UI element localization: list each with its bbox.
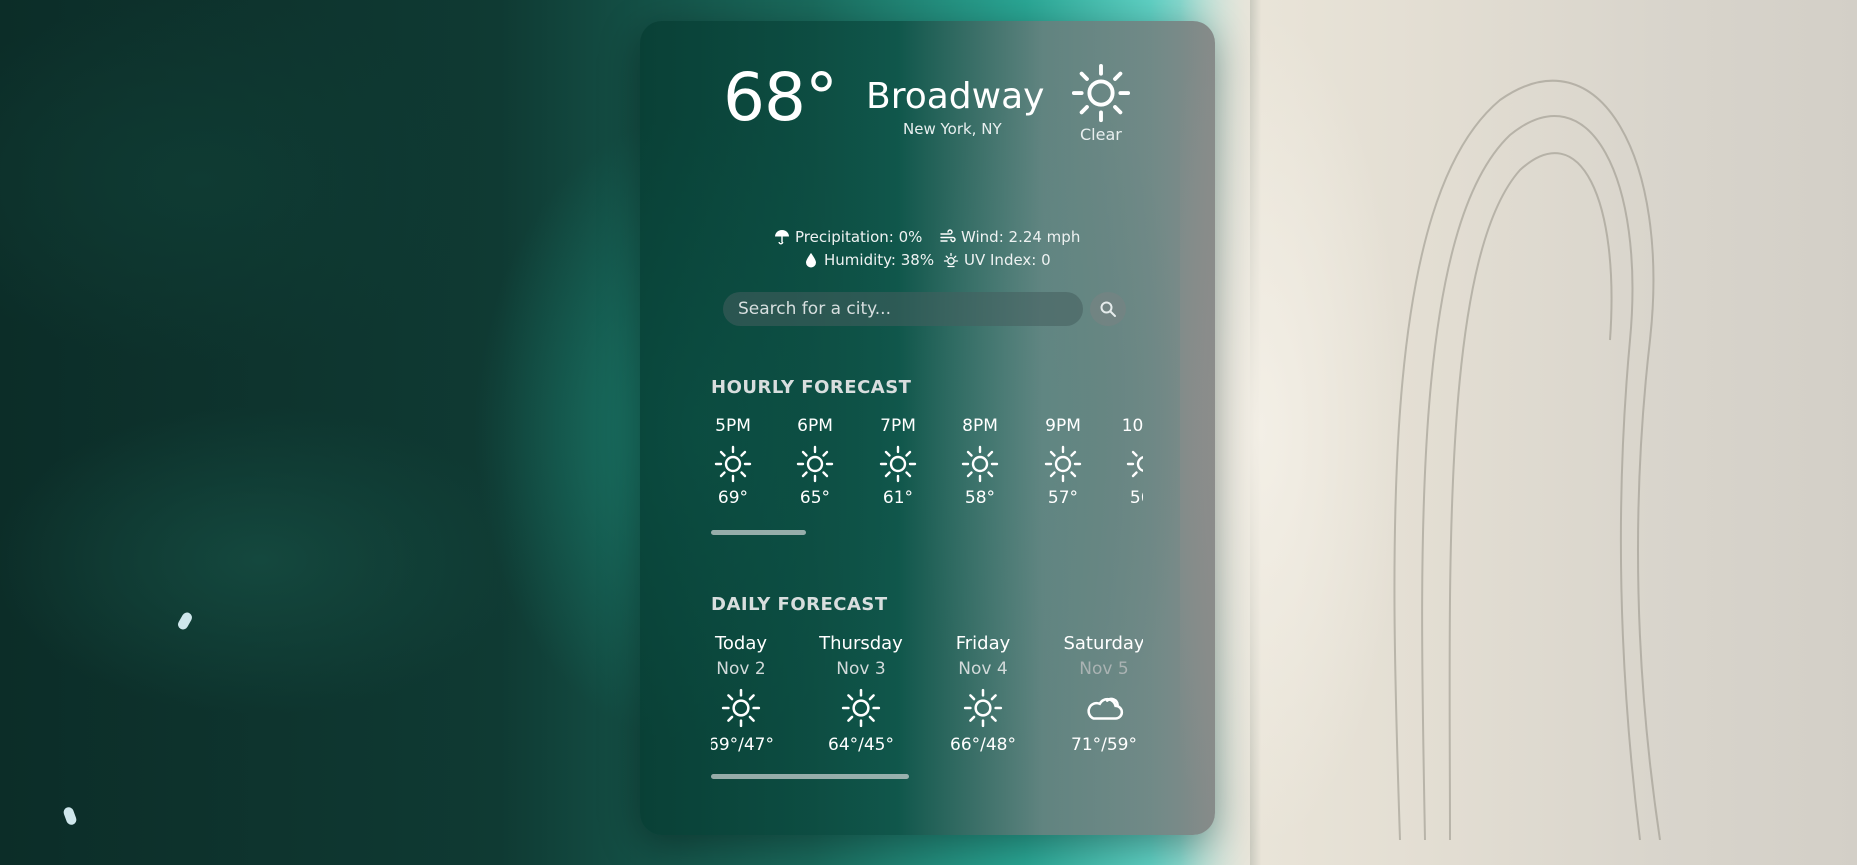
stat-uv: UV Index: 0 (943, 251, 1051, 269)
sun-icon (721, 688, 761, 728)
sand-tracks (1380, 40, 1680, 841)
stat-wind: Wind: 2.24 mph (940, 228, 1080, 246)
daily-temp: 64°/45° (828, 735, 894, 755)
hourly-item: 5PM 69° (711, 416, 758, 508)
weather-card: 68° Broadway New York, NY Clear Precipit… (640, 21, 1215, 835)
hourly-time: 6PM (797, 416, 833, 436)
daily-temp: 66°/48° (950, 735, 1016, 755)
hourly-time: 5PM (715, 416, 751, 436)
hourly-temp: 58° (964, 488, 996, 508)
daily-temp: 69°/47° (711, 735, 774, 755)
daily-scrollbar[interactable] (711, 774, 909, 779)
precipitation-label: Precipitation: 0% (795, 228, 923, 246)
uv-sun-icon (943, 252, 959, 268)
daily-forecast-title: DAILY FORECAST (711, 594, 888, 615)
hourly-temp: 65° (799, 488, 831, 508)
droplet-icon (806, 253, 816, 268)
hourly-temp: 57° (1047, 488, 1079, 508)
uv-label: UV Index: 0 (964, 251, 1051, 269)
wind-label: Wind: 2.24 mph (961, 228, 1081, 246)
daily-date: Nov 5 (1079, 659, 1129, 679)
daily-date: Nov 3 (836, 659, 886, 679)
daily-forecast-list[interactable]: Today Nov 2 69°/47° Thursday Nov 3 64°/45° Fri… (711, 633, 1143, 783)
daily-item: Today Nov 2 69°/47° (711, 633, 796, 755)
hourly-time: 7PM (880, 416, 916, 436)
sun-icon (1044, 445, 1082, 483)
hourly-temp: 56° (1129, 488, 1143, 508)
daily-date: Nov 4 (958, 659, 1008, 679)
hourly-item: 6PM 65° (790, 416, 840, 508)
hourly-item: 8PM 58° (955, 416, 1005, 508)
daily-day: Thursday (819, 633, 903, 654)
umbrella-icon (775, 230, 789, 245)
daily-item: Friday Nov 4 66°/48° (928, 633, 1038, 755)
city-name: Broadway (866, 76, 1045, 117)
hourly-temp: 69° (717, 488, 749, 508)
hourly-forecast-title: HOURLY FORECAST (711, 377, 912, 398)
hourly-scrollbar[interactable] (711, 530, 806, 535)
current-condition: Clear (1080, 125, 1122, 144)
daily-day: Friday (955, 633, 1011, 654)
daily-date: Nov 2 (716, 659, 766, 679)
humidity-label: Humidity: 38% (824, 251, 935, 269)
search-input[interactable] (723, 292, 1083, 326)
daily-day: Saturday (1063, 633, 1143, 654)
daily-temp: 71°/59° (1071, 735, 1137, 755)
current-weather: 68° Broadway New York, NY Clear (640, 21, 1215, 171)
sun-icon (1126, 450, 1143, 478)
hourly-time: 8PM (962, 416, 998, 436)
search-icon (1100, 301, 1116, 317)
stat-precipitation: Precipitation: 0% (774, 228, 922, 246)
hourly-time: 9PM (1045, 416, 1081, 436)
daily-item: Saturday Nov 5 71°/59° (1049, 633, 1143, 755)
wind-icon (940, 229, 956, 243)
sun-icon (841, 688, 881, 728)
search-button[interactable] (1090, 292, 1126, 326)
hourly-temp: 61° (882, 488, 914, 508)
sun-icon (879, 445, 917, 483)
stat-humidity: Humidity: 38% (803, 251, 934, 269)
sun-icon (961, 445, 999, 483)
hourly-time: 10PM (1121, 416, 1143, 436)
sun-icon (714, 445, 752, 483)
city-region: New York, NY (903, 120, 1002, 138)
hourly-item: 10PM 56° (1120, 416, 1143, 508)
sun-icon (1071, 63, 1131, 123)
search-bar (723, 292, 1126, 326)
hourly-forecast-list[interactable]: 5PM 69° 6PM 65° 7PM 61° 8PM 58° 9PM 57° 10PM 56° (711, 416, 1143, 526)
sun-icon (963, 688, 1003, 728)
hourly-item: 9PM 57° (1038, 416, 1088, 508)
sun-icon (796, 445, 834, 483)
daily-day: Today (714, 633, 768, 654)
cloud-icon (1087, 697, 1124, 720)
hourly-item: 7PM 61° (873, 416, 923, 508)
current-temperature: 68° (723, 59, 838, 136)
daily-item: Thursday Nov 3 64°/45° (806, 633, 916, 755)
